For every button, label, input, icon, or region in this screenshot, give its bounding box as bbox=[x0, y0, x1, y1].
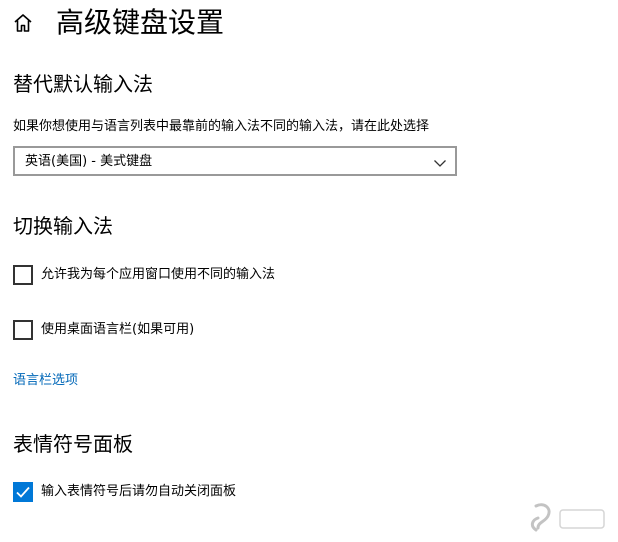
default-input-description: 如果你想使用与语言列表中最靠前的输入法不同的输入法，请在此处选择 bbox=[13, 119, 430, 134]
emoji-keep-open-checkbox[interactable] bbox=[13, 482, 33, 502]
header: 高级键盘设置 bbox=[0, 0, 618, 46]
per-app-input-label: 允许我为每个应用窗口使用不同的输入法 bbox=[41, 267, 276, 282]
default-input-select[interactable]: 英语(美国) - 美式键盘 bbox=[13, 146, 457, 176]
page-title: 高级键盘设置 bbox=[56, 6, 225, 39]
home-icon[interactable] bbox=[12, 12, 34, 34]
desktop-language-bar-checkbox[interactable] bbox=[13, 320, 33, 340]
desktop-language-bar-label: 使用桌面语言栏(如果可用) bbox=[41, 322, 195, 337]
section-title-default-input: 替代默认输入法 bbox=[13, 72, 153, 96]
watermark-logo bbox=[526, 500, 610, 536]
per-app-input-checkbox[interactable] bbox=[13, 265, 33, 285]
emoji-keep-open-label: 输入表情符号后请勿自动关闭面板 bbox=[41, 484, 237, 499]
default-input-selected-value: 英语(美国) - 美式键盘 bbox=[25, 154, 153, 169]
chevron-down-icon bbox=[433, 155, 447, 169]
language-bar-options-link[interactable]: 语言栏选项 bbox=[13, 372, 78, 390]
section-title-switch-input: 切换输入法 bbox=[13, 214, 113, 238]
section-title-emoji-panel: 表情符号面板 bbox=[13, 432, 133, 456]
